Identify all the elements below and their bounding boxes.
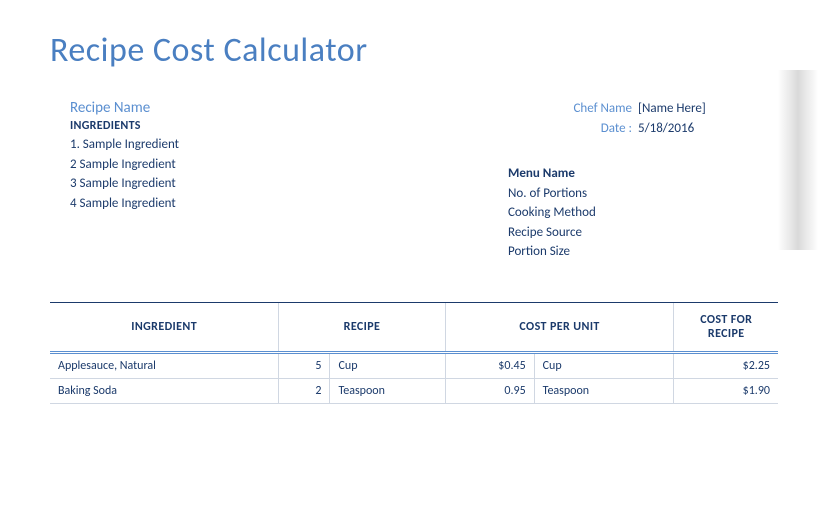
- col-cost-per-unit: COST PER UNIT: [445, 302, 674, 352]
- col-recipe: RECIPE: [279, 302, 445, 352]
- ingredients-heading: INGREDIENTS: [70, 119, 478, 133]
- date-value: 5/18/2016: [638, 119, 718, 139]
- cell-ingredient: Applesauce, Natural: [50, 352, 279, 378]
- table-header-row: INGREDIENT RECIPE COST PER UNIT COST FOR…: [50, 302, 778, 352]
- cell-cost-unit: Cup: [534, 352, 674, 378]
- cell-unit: Teaspoon: [330, 378, 445, 403]
- cell-qty: 2: [279, 378, 330, 403]
- col-ingredient: INGREDIENT: [50, 302, 279, 352]
- date-row: Date : 5/18/2016: [478, 119, 718, 139]
- recipe-name-label: Recipe Name: [70, 99, 478, 117]
- ingredient-line: 4 Sample Ingredient: [70, 194, 478, 214]
- chef-value: [Name Here]: [638, 99, 718, 119]
- menu-size: Portion Size: [508, 242, 718, 262]
- cell-ingredient: Baking Soda: [50, 378, 279, 403]
- ingredients-block: Recipe Name INGREDIENTS 1. Sample Ingred…: [70, 99, 478, 262]
- cell-cost-for-recipe: $2.25: [674, 352, 778, 378]
- header-section: Recipe Name INGREDIENTS 1. Sample Ingred…: [50, 99, 778, 262]
- date-label: Date :: [601, 119, 638, 139]
- document-sheet: Recipe Cost Calculator Recipe Name INGRE…: [0, 0, 818, 444]
- table-row: Baking Soda 2 Teaspoon 0.95 Teaspoon $1.…: [50, 378, 778, 403]
- cell-cost-per-unit: $0.45: [445, 352, 534, 378]
- chef-label: Chef Name: [574, 99, 639, 119]
- menu-block: Menu Name No. of Portions Cooking Method…: [478, 164, 718, 262]
- ingredient-line: 2 Sample Ingredient: [70, 155, 478, 175]
- meta-block: Chef Name [Name Here] Date : 5/18/2016 M…: [478, 99, 778, 262]
- cell-cost-per-unit: 0.95: [445, 378, 534, 403]
- cost-table: INGREDIENT RECIPE COST PER UNIT COST FOR…: [50, 302, 778, 404]
- menu-portions: No. of Portions: [508, 184, 718, 204]
- cell-cost-for-recipe: $1.90: [674, 378, 778, 403]
- page-curl-shadow: [778, 70, 818, 250]
- ingredient-line: 3 Sample Ingredient: [70, 174, 478, 194]
- menu-source: Recipe Source: [508, 223, 718, 243]
- col-cost-for-recipe: COST FOR RECIPE: [674, 302, 778, 352]
- cell-cost-unit: Teaspoon: [534, 378, 674, 403]
- chef-row: Chef Name [Name Here]: [478, 99, 718, 119]
- cell-unit: Cup: [330, 352, 445, 378]
- page-title: Recipe Cost Calculator: [50, 30, 778, 71]
- menu-name: Menu Name: [508, 164, 718, 184]
- cell-qty: 5: [279, 352, 330, 378]
- menu-method: Cooking Method: [508, 203, 718, 223]
- ingredient-line: 1. Sample Ingredient: [70, 135, 478, 155]
- table-row: Applesauce, Natural 5 Cup $0.45 Cup $2.2…: [50, 352, 778, 378]
